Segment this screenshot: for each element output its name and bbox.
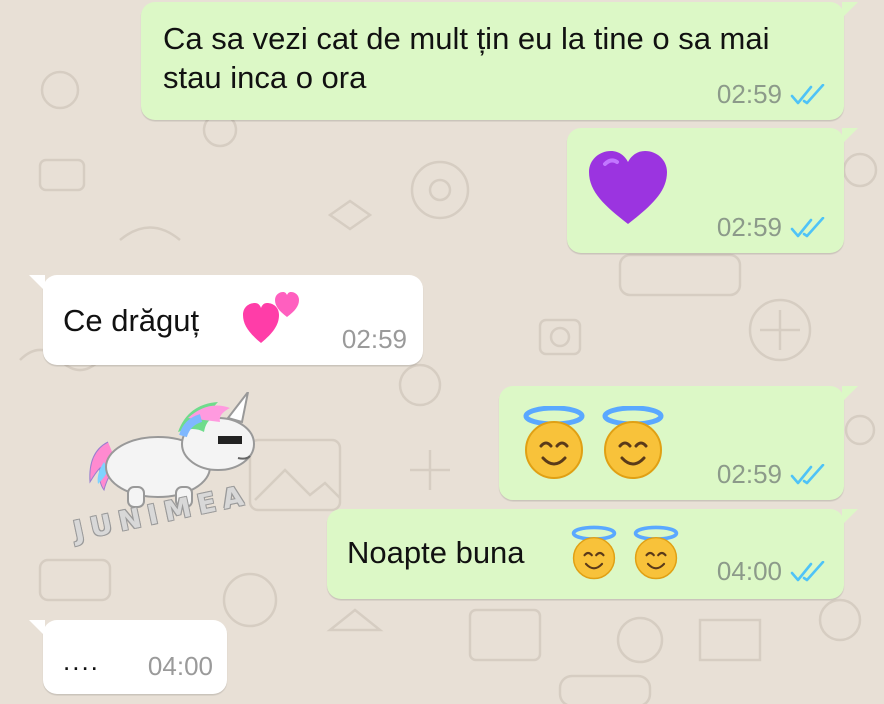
bubble-tail (29, 620, 45, 636)
message-bubble-outgoing[interactable]: 02:59 (567, 128, 858, 253)
message-time: 02:59 (716, 79, 782, 109)
message-bubble-incoming[interactable]: .... 04:00 (29, 620, 227, 694)
message-time: 02:59 (716, 212, 782, 242)
message-meta: 02:59 (717, 212, 826, 243)
two-hearts-icon (243, 292, 299, 343)
message-meta: 04:00 (717, 556, 826, 587)
message-bubble-outgoing[interactable]: Ca sa vezi cat de mult țin eu la tine o … (141, 2, 858, 120)
double-check-icon (790, 463, 825, 484)
bubble-tail (842, 386, 858, 402)
message-text: Ce drăguț (63, 303, 200, 338)
bubble-tail (842, 509, 858, 525)
message-bubble-incoming[interactable]: Ce drăguț 02:59 (29, 275, 423, 365)
message-meta: 02:59 (342, 324, 407, 355)
message-bubble-outgoing[interactable]: Noapte buna 04:00 (327, 509, 858, 599)
double-check-icon (790, 560, 825, 581)
message-text: Ca sa vezi cat de mult țin eu la tine o … (163, 21, 770, 95)
halo-face-icon (523, 406, 585, 479)
message-meta: 04:00 (148, 651, 213, 682)
halo-face-icon (633, 525, 679, 580)
message-text: .... (63, 646, 100, 676)
message-meta: 02:59 (717, 459, 826, 490)
message-text: Noapte buna (347, 535, 525, 570)
double-check-icon (790, 216, 825, 237)
message-time: 04:00 (147, 651, 213, 681)
bubble-tail (842, 2, 858, 18)
halo-face-icon (571, 525, 617, 580)
bubble-tail (29, 275, 45, 291)
double-check-icon (790, 83, 825, 104)
message-bubble-outgoing[interactable]: 02:59 (499, 386, 858, 500)
halo-face-icon (602, 406, 664, 479)
message-time: 02:59 (341, 324, 407, 354)
purple-heart-icon (589, 151, 667, 224)
message-time: 04:00 (716, 556, 782, 586)
bubble-tail (842, 128, 858, 144)
message-time: 02:59 (716, 459, 782, 489)
message-meta: 02:59 (717, 79, 826, 110)
